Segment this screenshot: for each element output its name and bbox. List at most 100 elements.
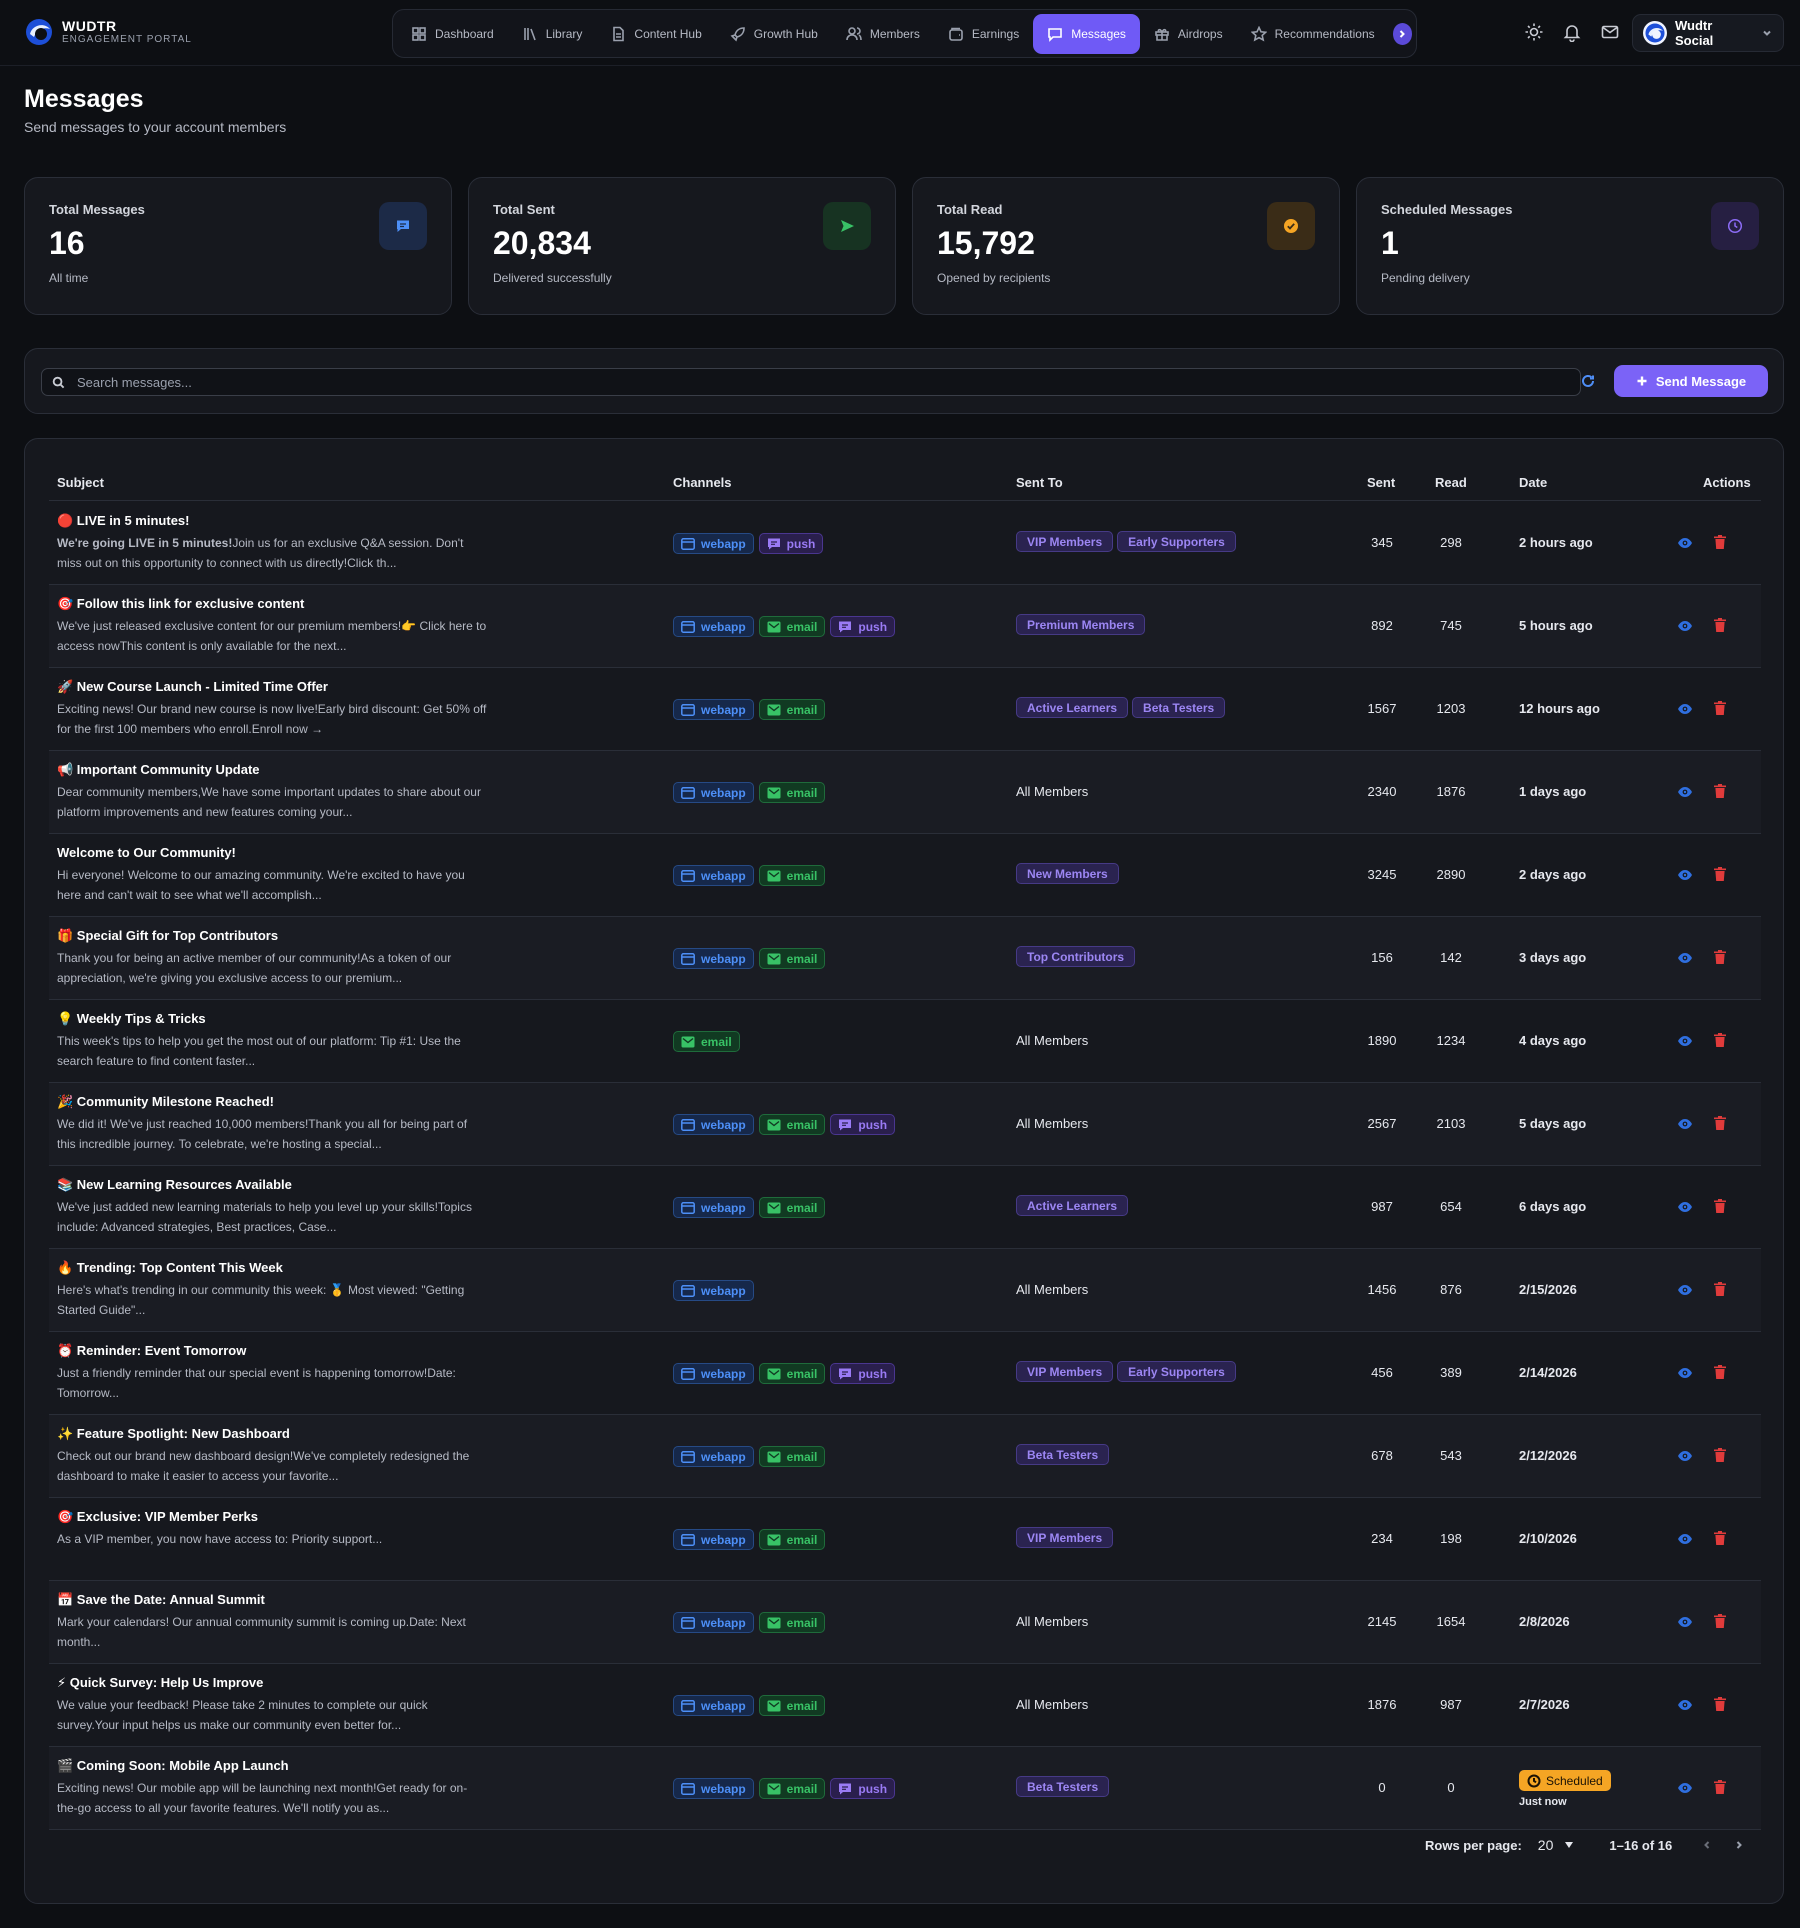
nav-growth-hub[interactable]: Growth Hub [716,14,832,54]
view-button[interactable] [1677,1449,1693,1463]
delete-button[interactable] [1714,1448,1728,1464]
push-icon [839,1368,852,1379]
view-button[interactable] [1677,1200,1693,1214]
view-button[interactable] [1677,702,1693,716]
rows-per-page-select[interactable]: 20 [1538,1837,1574,1853]
col-channels[interactable]: Channels [673,475,732,490]
channel-label: push [858,1117,888,1132]
message-subject: ⏰ Reminder: Event Tomorrow [57,1343,247,1358]
subject-cell: ✨ Feature Spotlight: New Dashboard Check … [57,1425,487,1486]
delete-button[interactable] [1714,1780,1728,1796]
table-row[interactable]: 🔴 LIVE in 5 minutes! We're going LIVE in … [49,502,1761,585]
col-sent-to[interactable]: Sent To [1016,475,1063,490]
delete-button[interactable] [1714,701,1728,717]
nav-airdrops[interactable]: Airdrops [1140,14,1237,54]
col-read[interactable]: Read [1435,475,1467,490]
nav-scroll-button[interactable] [1392,22,1412,45]
delete-button[interactable] [1714,1365,1728,1381]
date-cell: 2/14/2026 [1519,1365,1577,1380]
brand[interactable]: WUDTR ENGAGEMENT PORTAL [24,17,192,47]
delete-button[interactable] [1714,950,1728,966]
view-button[interactable] [1677,1366,1693,1380]
delete-button[interactable] [1714,1199,1728,1215]
next-page-button[interactable] [1734,1838,1748,1852]
channel-label: email [786,1366,818,1381]
table-row[interactable]: 🚀 New Course Launch - Limited Time Offer… [49,668,1761,751]
view-button[interactable] [1677,868,1693,882]
table-row[interactable]: 🔥 Trending: Top Content This Week Here's … [49,1249,1761,1332]
table-row[interactable]: ⚡ Quick Survey: Help Us Improve We value … [49,1664,1761,1747]
channels-cell: webapp email push [673,1363,896,1384]
view-button[interactable] [1677,536,1693,550]
table-row[interactable]: 🎯 Exclusive: VIP Member Perks As a VIP me… [49,1498,1761,1581]
nav-members[interactable]: Members [832,14,934,54]
main-nav: Dashboard Library Content Hub Growth Hub… [392,9,1417,58]
view-button[interactable] [1677,1117,1693,1131]
view-button[interactable] [1677,1781,1693,1795]
delete-button[interactable] [1714,1282,1728,1298]
table-row[interactable]: 🎉 Community Milestone Reached! We did it!… [49,1083,1761,1166]
sun-icon[interactable] [1524,22,1544,42]
col-sent[interactable]: Sent [1367,475,1395,490]
table-row[interactable]: 📅 Save the Date: Annual Summit Mark your … [49,1581,1761,1664]
prev-page-button[interactable] [1702,1838,1716,1852]
brand-logo-icon [1645,23,1665,43]
preview-text: As a VIP member, you now have access to:… [57,1532,383,1546]
table-row[interactable]: 🎯 Follow this link for exclusive content… [49,585,1761,668]
nav-earnings[interactable]: Earnings [934,14,1033,54]
view-button[interactable] [1677,1034,1693,1048]
col-subject[interactable]: Subject [57,475,104,490]
view-button[interactable] [1677,1532,1693,1546]
delete-button[interactable] [1714,1614,1728,1630]
delete-button[interactable] [1714,618,1728,634]
view-button[interactable] [1677,951,1693,965]
nav-dashboard[interactable]: Dashboard [397,14,508,54]
col-date[interactable]: Date [1519,475,1547,490]
table-row[interactable]: ⏰ Reminder: Event Tomorrow Just a friendl… [49,1332,1761,1415]
delete-button[interactable] [1714,1697,1728,1713]
delete-button[interactable] [1714,867,1728,883]
date-cell: 2 hours ago [1519,535,1593,550]
nav-messages[interactable]: Messages [1033,13,1140,54]
trash-icon [1714,950,1726,964]
table-row[interactable]: ✨ Feature Spotlight: New Dashboard Check … [49,1415,1761,1498]
date-cell: 2/8/2026 [1519,1614,1570,1629]
search-input[interactable] [77,374,1570,390]
trash-icon [1714,1282,1726,1296]
nav-content-hub[interactable]: Content Hub [596,14,715,54]
view-button[interactable] [1677,619,1693,633]
table-row[interactable]: 📚 New Learning Resources Available We've … [49,1166,1761,1249]
stat-card-total-messages: Total Messages 16 All time [24,177,452,315]
delete-button[interactable] [1714,1033,1728,1049]
message-subject: 📅 Save the Date: Annual Summit [57,1592,265,1607]
send-message-button[interactable]: Send Message [1614,365,1768,397]
table-row[interactable]: 📢 Important Community Update Dear communi… [49,751,1761,834]
caret-down-icon [1565,1842,1574,1848]
sent-count: 678 [1371,1448,1393,1463]
bell-icon[interactable] [1562,22,1582,42]
nav-library[interactable]: Library [508,14,597,54]
delete-button[interactable] [1714,535,1728,551]
delete-button[interactable] [1714,1116,1728,1132]
preview-text: We've just added new learning materials … [57,1200,472,1234]
table-row[interactable]: 💡 Weekly Tips & Tricks This week's tips t… [49,1000,1761,1083]
view-button[interactable] [1677,785,1693,799]
read-count: 987 [1440,1697,1462,1712]
subject-cell: 🔥 Trending: Top Content This Week Here's … [57,1259,487,1320]
mail-icon [767,1534,781,1545]
table-row[interactable]: 🎬 Coming Soon: Mobile App Launch Exciting… [49,1747,1761,1830]
table-row[interactable]: Welcome to Our Community! Hi everyone! We… [49,834,1761,917]
view-button[interactable] [1677,1283,1693,1297]
mail-icon[interactable] [1600,22,1620,42]
view-button[interactable] [1677,1615,1693,1629]
stat-icon-box [379,202,427,250]
nav-recommendations[interactable]: Recommendations [1237,14,1389,54]
account-menu[interactable]: Wudtr Social [1632,14,1784,52]
view-button[interactable] [1677,1698,1693,1712]
delete-button[interactable] [1714,1531,1728,1547]
table-row[interactable]: 🎁 Special Gift for Top Contributors Thank… [49,917,1761,1000]
delete-button[interactable] [1714,784,1728,800]
refresh-button[interactable] [1581,374,1597,390]
brand-logo-icon [26,19,52,45]
read-count: 543 [1440,1448,1462,1463]
